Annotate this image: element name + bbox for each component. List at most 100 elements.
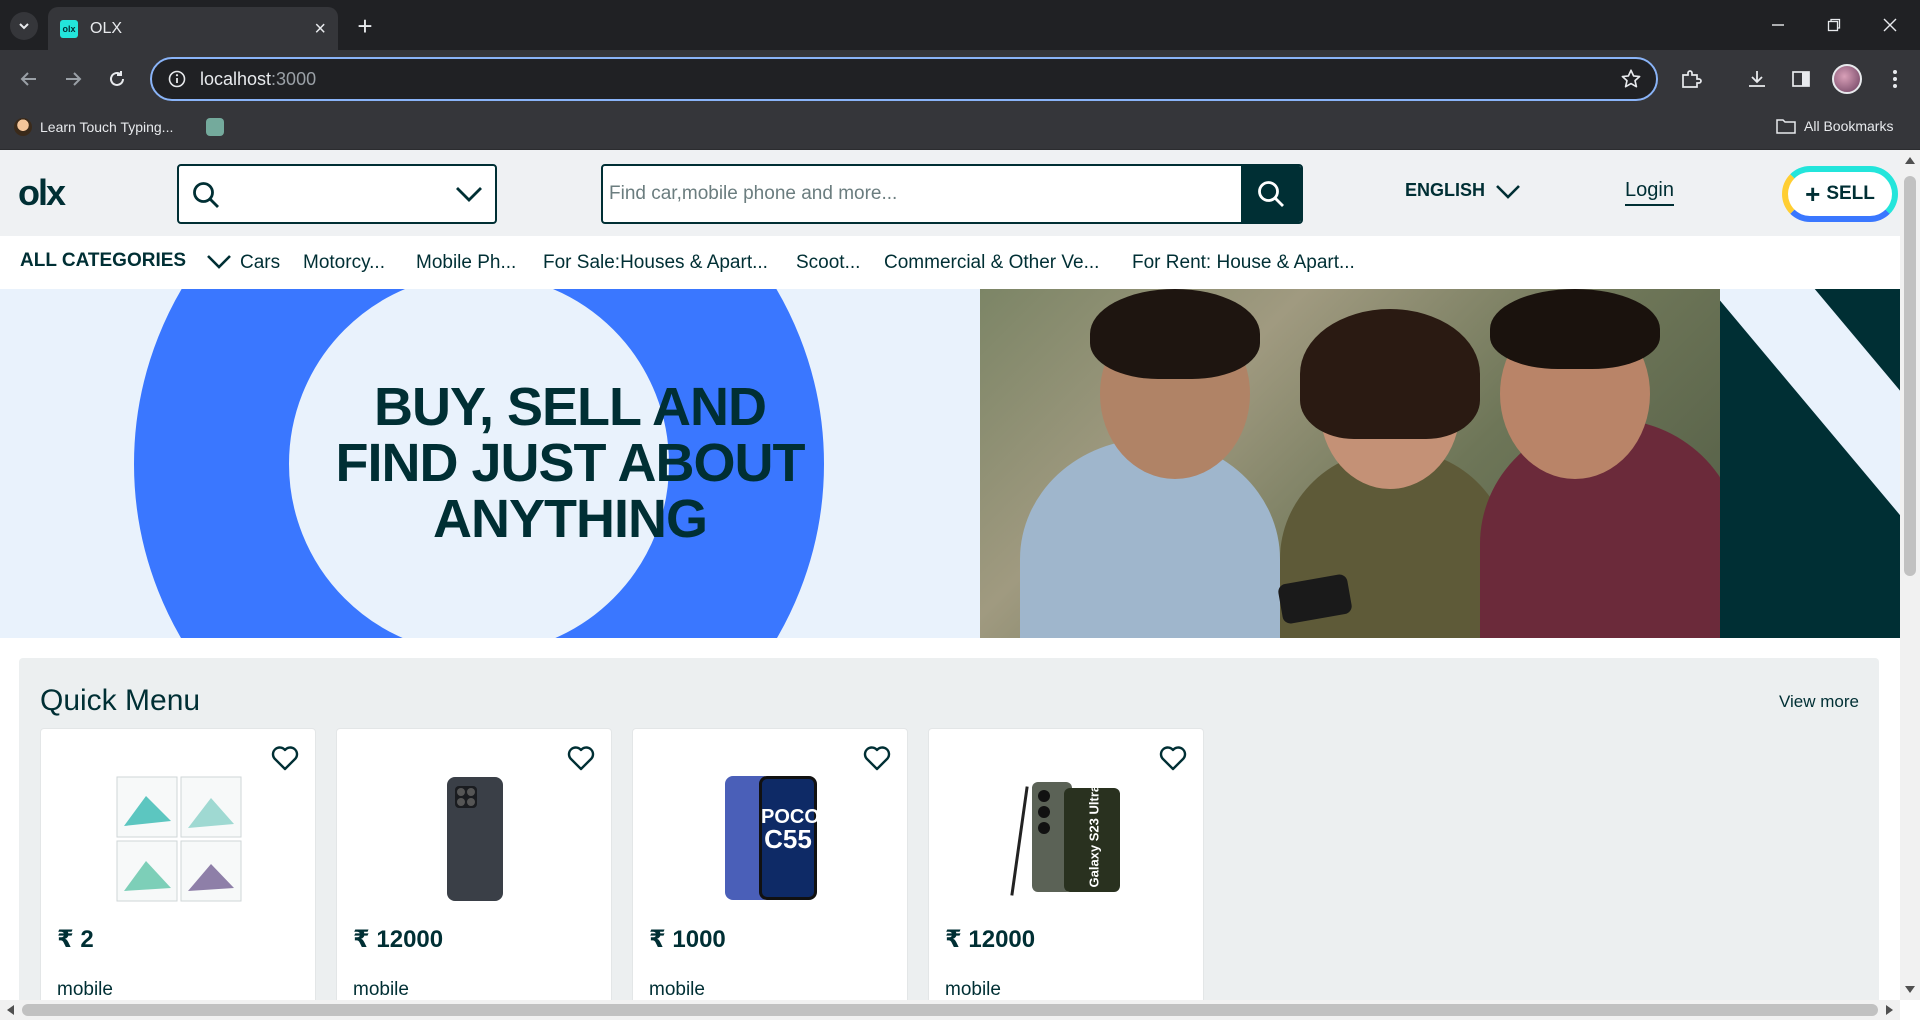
view-more-link[interactable]: View more <box>1779 692 1859 712</box>
banner-edge-graphic <box>1720 289 1900 638</box>
hero-banner[interactable]: BUY, SELL AND FIND JUST ABOUT ANYTHING <box>0 289 1900 638</box>
chevron-down-icon <box>207 255 232 269</box>
product-price: ₹ 1000 <box>649 926 726 953</box>
browser-toolbar: localhost:3000 <box>0 50 1920 108</box>
language-select[interactable]: ENGLISH <box>1405 180 1521 201</box>
chevron-down-icon <box>1496 184 1520 199</box>
reload-icon[interactable] <box>102 64 132 94</box>
category-item-motorcycles[interactable]: Motorcy... <box>303 252 385 274</box>
all-categories-dropdown[interactable]: ALL CATEGORIES <box>20 250 232 272</box>
category-item-commercial-vehicles[interactable]: Commercial & Other Ve... <box>884 252 1099 274</box>
person-shape <box>1300 309 1480 439</box>
chevron-down-icon <box>19 23 29 30</box>
sell-button[interactable]: + SELL <box>1782 166 1898 222</box>
back-arrow-icon[interactable] <box>14 64 44 94</box>
product-image-collage <box>111 775 247 903</box>
banner-graphic: BUY, SELL AND FIND JUST ABOUT ANYTHING <box>0 289 980 638</box>
plus-icon: + <box>1805 179 1821 209</box>
bookmark-star-icon[interactable] <box>1620 68 1642 90</box>
page-viewport: olx ENGLISH Login + SELL ALL CATEGORIES … <box>0 150 1900 1000</box>
main-search-box <box>601 164 1303 224</box>
restore-icon[interactable] <box>1806 0 1862 50</box>
chatgpt-favicon-icon <box>206 118 224 136</box>
url-host: localhost <box>200 68 272 89</box>
address-bar[interactable]: localhost:3000 <box>150 57 1658 101</box>
sell-label: SELL <box>1826 183 1875 204</box>
banner-photo <box>980 289 1720 638</box>
all-bookmarks[interactable]: All Bookmarks <box>1776 118 1893 134</box>
olx-favicon-icon: olx <box>60 19 78 38</box>
download-icon[interactable] <box>1742 64 1772 94</box>
product-card[interactable]: POCO C55 ₹ 1000 mobile <box>632 728 908 1000</box>
scroll-down-arrow-icon[interactable] <box>1905 986 1915 994</box>
horizontal-scrollbar[interactable] <box>0 1000 1900 1020</box>
quick-menu-title: Quick Menu <box>40 684 201 717</box>
horizontal-scroll-thumb[interactable] <box>22 1004 1878 1016</box>
product-category: mobile <box>57 979 113 1000</box>
site-info-icon[interactable] <box>168 70 186 88</box>
category-item-mobile-phones[interactable]: Mobile Ph... <box>416 252 516 274</box>
heart-icon[interactable] <box>567 745 595 771</box>
search-button[interactable] <box>1241 166 1301 222</box>
heart-icon[interactable] <box>863 745 891 771</box>
category-bar: ALL CATEGORIES Cars Motorcy... Mobile Ph… <box>0 236 1900 289</box>
tab-search-button[interactable] <box>10 12 38 40</box>
banner-line: FIND JUST ABOUT <box>335 433 806 493</box>
product-price: ₹ 12000 <box>945 926 1036 953</box>
location-select[interactable] <box>177 164 497 224</box>
side-panel-icon[interactable] <box>1786 64 1816 94</box>
vertical-scrollbar[interactable] <box>1900 150 1920 1000</box>
category-item-houses-for-sale[interactable]: For Sale:Houses & Apart... <box>543 252 768 274</box>
bookmarks-bar: Learn Touch Typing... All Bookmarks <box>0 108 1920 150</box>
chevron-down-icon <box>456 187 482 202</box>
poco-model-text: C55 <box>764 824 812 854</box>
url-port: :3000 <box>271 68 317 89</box>
category-item-houses-for-rent[interactable]: For Rent: House & Apart... <box>1132 252 1355 274</box>
language-label: ENGLISH <box>1405 180 1486 200</box>
banner-line: ANYTHING <box>433 489 708 549</box>
person-shape <box>1490 289 1660 369</box>
browser-tab[interactable]: olx OLX × <box>48 7 338 50</box>
site-header: olx ENGLISH Login + SELL <box>0 150 1900 236</box>
close-icon[interactable]: × <box>314 19 326 39</box>
vertical-scroll-thumb[interactable] <box>1904 176 1916 576</box>
scroll-left-arrow-icon[interactable] <box>6 1005 14 1015</box>
quick-menu-section: Quick Menu View more ₹ 2 mobile ₹ 12000 … <box>19 658 1879 1000</box>
category-item-scooters[interactable]: Scoot... <box>796 252 860 274</box>
product-category: mobile <box>649 979 705 1000</box>
category-item-cars[interactable]: Cars <box>240 252 280 274</box>
product-card[interactable]: ₹ 12000 mobile <box>336 728 612 1000</box>
browser-tab-bar: olx OLX × + <box>0 0 1920 50</box>
product-category: mobile <box>945 979 1001 1000</box>
search-icon <box>193 182 219 208</box>
scroll-up-arrow-icon[interactable] <box>1905 156 1915 164</box>
banner-stripe-shape <box>1720 289 1900 638</box>
heart-icon[interactable] <box>271 745 299 771</box>
new-tab-plus-icon[interactable]: + <box>350 12 380 42</box>
bookmark-item[interactable] <box>206 118 232 136</box>
bookmark-label: Learn Touch Typing... <box>40 119 174 135</box>
more-vertical-icon[interactable] <box>1880 64 1910 94</box>
product-card[interactable]: ₹ 2 mobile <box>40 728 316 1000</box>
product-card[interactable]: Galaxy S23 Ultra ₹ 12000 mobile <box>928 728 1204 1000</box>
extensions-puzzle-icon[interactable] <box>1676 64 1706 94</box>
galaxy-model-text: Galaxy S23 Ultra <box>1086 784 1102 888</box>
product-category: mobile <box>353 979 409 1000</box>
person-shape <box>1090 289 1260 379</box>
login-link[interactable]: Login <box>1625 179 1674 206</box>
scroll-right-arrow-icon[interactable] <box>1886 1005 1894 1015</box>
product-price: ₹ 2 <box>57 926 94 953</box>
product-image-phone <box>407 775 543 903</box>
olx-logo[interactable]: olx <box>18 172 66 214</box>
banner-line: BUY, SELL AND <box>373 377 767 437</box>
profile-avatar[interactable] <box>1832 64 1862 94</box>
search-icon <box>1258 181 1284 207</box>
minimize-icon[interactable] <box>1750 0 1806 50</box>
bookmark-item[interactable]: Learn Touch Typing... <box>14 118 173 136</box>
tab-title: OLX <box>90 19 123 37</box>
window-close-icon[interactable] <box>1862 0 1918 50</box>
search-input[interactable] <box>603 166 1231 222</box>
forward-arrow-icon[interactable] <box>58 64 88 94</box>
heart-icon[interactable] <box>1159 745 1187 771</box>
product-price: ₹ 12000 <box>353 926 444 953</box>
